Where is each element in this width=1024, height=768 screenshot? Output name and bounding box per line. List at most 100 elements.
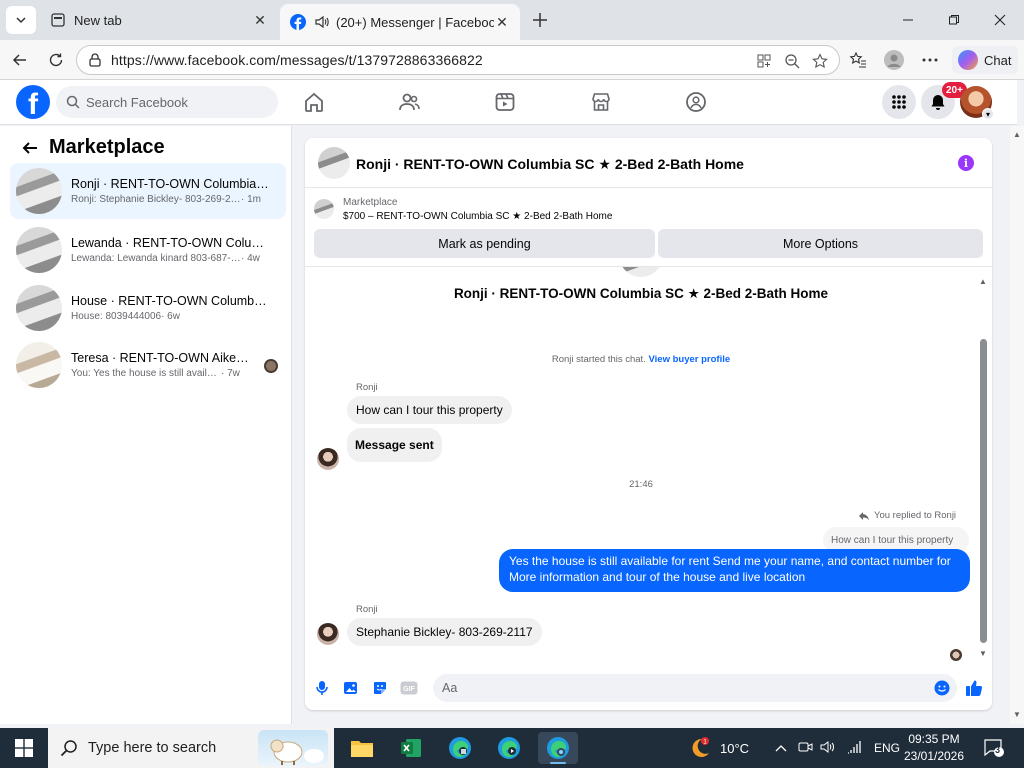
- incoming-message[interactable]: Stephanie Bickley- 803-269-2117: [347, 618, 542, 646]
- favorites-button[interactable]: [844, 46, 872, 74]
- listing-banner[interactable]: Marketplace $700 – RENT-TO-OWN Columbia …: [305, 189, 992, 229]
- copilot-chat-button[interactable]: Chat: [952, 46, 1018, 74]
- zoom-icon[interactable]: [783, 52, 801, 70]
- profile-button[interactable]: [880, 46, 908, 74]
- nav-home[interactable]: [302, 90, 326, 114]
- sender-avatar[interactable]: [317, 623, 339, 645]
- site-info-icon[interactable]: [87, 52, 103, 68]
- restore-icon: [949, 15, 959, 25]
- taskbar-clock[interactable]: 09:35 PM 23/01/2026: [890, 731, 978, 765]
- search-highlight-image: [258, 730, 328, 766]
- incoming-message[interactable]: Message sent: [347, 428, 442, 462]
- nav-video[interactable]: [493, 90, 517, 114]
- tab-actions-button[interactable]: [6, 6, 36, 34]
- action-center-button[interactable]: 3: [982, 736, 1006, 760]
- browser-tab-bar: New tab ✕ (20+) Messenger | Facebook ✕: [0, 0, 1024, 40]
- conversation-name: Teresa · RENT-TO-OWN Aiken S...: [71, 351, 251, 365]
- incoming-message[interactable]: How can I tour this property: [347, 396, 512, 424]
- gif-button[interactable]: GIF: [400, 679, 418, 697]
- nav-friends[interactable]: [397, 90, 421, 114]
- back-to-chats-button[interactable]: [20, 138, 40, 158]
- taskbar-excel[interactable]: [391, 732, 431, 764]
- conversation-item[interactable]: Lewanda · RENT-TO-OWN Columb... Lewanda:…: [10, 222, 286, 278]
- more-options-button[interactable]: More Options: [658, 229, 983, 258]
- conversation-preview: You: Yes the house is still available ..…: [71, 368, 221, 379]
- conversation-item[interactable]: House · RENT-TO-OWN Columbia ... House: …: [10, 280, 286, 336]
- chevron-down-icon: [16, 17, 26, 24]
- outgoing-message[interactable]: Yes the house is still available for ren…: [499, 549, 970, 592]
- sender-avatar[interactable]: [317, 448, 339, 470]
- facebook-search-bar[interactable]: Search Facebook: [56, 86, 278, 118]
- nav-groups[interactable]: [684, 90, 708, 114]
- menu-button[interactable]: [882, 85, 916, 119]
- clock-date: 23/01/2026: [903, 749, 965, 763]
- chevron-up-icon[interactable]: [772, 741, 790, 755]
- emoji-button[interactable]: [933, 679, 951, 697]
- chat-avatar[interactable]: [318, 147, 350, 179]
- speaker-icon[interactable]: [314, 14, 330, 30]
- panel-title: Marketplace: [49, 136, 165, 158]
- scroll-up-icon[interactable]: ▲: [979, 277, 987, 286]
- network-icon[interactable]: [842, 740, 866, 757]
- friends-icon: [399, 93, 420, 111]
- logo-letter: f: [28, 88, 38, 119]
- new-tab-button[interactable]: [528, 8, 552, 32]
- mark-as-pending-button[interactable]: Mark as pending: [314, 229, 655, 258]
- taskbar-file-explorer[interactable]: [342, 732, 382, 764]
- thumbs-up-icon: [966, 680, 983, 696]
- search-icon: [66, 95, 80, 109]
- account-chevron-icon[interactable]: ▾: [982, 108, 994, 120]
- notification-center-icon: [984, 739, 1004, 757]
- scroll-thumb[interactable]: [980, 339, 987, 643]
- svg-text:GIF: GIF: [403, 686, 415, 693]
- facebook-logo[interactable]: f: [16, 85, 50, 119]
- minimize-button[interactable]: [888, 6, 928, 34]
- conversation-time: · 4w: [241, 253, 260, 264]
- settings-more-button[interactable]: [916, 46, 944, 74]
- profile-icon: [884, 50, 904, 70]
- message-scrollbar[interactable]: ▲ ▼: [977, 277, 989, 662]
- refresh-button[interactable]: [42, 46, 70, 74]
- voice-clip-button[interactable]: [313, 679, 331, 697]
- restore-button[interactable]: [934, 6, 974, 34]
- taskbar-search[interactable]: Type here to search: [48, 728, 334, 768]
- back-button[interactable]: [6, 46, 34, 74]
- volume-icon[interactable]: [818, 740, 838, 757]
- chat-title[interactable]: Ronji · RENT-TO-OWN Columbia SC ★ 2-Bed …: [356, 156, 744, 173]
- attach-photo-button[interactable]: [342, 679, 360, 697]
- refresh-icon: [49, 53, 63, 67]
- close-tab-button[interactable]: ✕: [494, 14, 510, 30]
- weather-widget[interactable]: 1 10°C: [688, 728, 749, 768]
- browser-toolbar: https://www.facebook.com/messages/t/1379…: [0, 40, 1024, 80]
- sticker-icon: [374, 682, 386, 694]
- view-buyer-profile-link[interactable]: View buyer profile: [648, 354, 730, 365]
- tab-messenger[interactable]: (20+) Messenger | Facebook ✕: [280, 4, 520, 40]
- close-window-button[interactable]: [980, 6, 1020, 34]
- start-button[interactable]: [0, 728, 48, 768]
- reply-indicator: You replied to Ronji: [858, 510, 956, 521]
- app-available-icon[interactable]: [755, 52, 773, 70]
- conversation-item[interactable]: Teresa · RENT-TO-OWN Aiken S... You: Yes…: [10, 337, 286, 393]
- taskbar-edge-2[interactable]: [489, 732, 529, 764]
- taskbar-edge-1[interactable]: [440, 732, 480, 764]
- listing-thumbnail: [16, 227, 62, 273]
- message-input[interactable]: [433, 674, 957, 702]
- page-scroll-down-icon[interactable]: ▼: [1013, 710, 1021, 719]
- page-scrollbar[interactable]: ▲ ▼: [1010, 126, 1024, 724]
- info-icon[interactable]: i: [958, 155, 974, 171]
- reply-icon: [859, 511, 869, 520]
- tab-new-tab[interactable]: New tab ✕: [40, 4, 278, 36]
- taskbar-edge-active[interactable]: [538, 732, 578, 764]
- close-tab-button[interactable]: ✕: [252, 12, 268, 28]
- scroll-down-icon[interactable]: ▼: [979, 649, 987, 658]
- page-scroll-up-icon[interactable]: ▲: [1013, 130, 1021, 139]
- sticker-button[interactable]: [371, 679, 389, 697]
- chat-started-notice: Ronji started this chat. View buyer prof…: [305, 354, 977, 365]
- like-button[interactable]: [965, 679, 983, 697]
- address-bar[interactable]: https://www.facebook.com/messages/t/1379…: [76, 45, 840, 75]
- meet-now-icon[interactable]: [794, 740, 818, 757]
- conversation-item[interactable]: Ronji · RENT-TO-OWN Columbia S... Ronji:…: [10, 163, 286, 219]
- marketplace-inbox-panel: Marketplace Ronji · RENT-TO-OWN Columbia…: [0, 126, 292, 724]
- favorite-star-icon[interactable]: [811, 52, 829, 70]
- nav-marketplace[interactable]: [589, 90, 613, 114]
